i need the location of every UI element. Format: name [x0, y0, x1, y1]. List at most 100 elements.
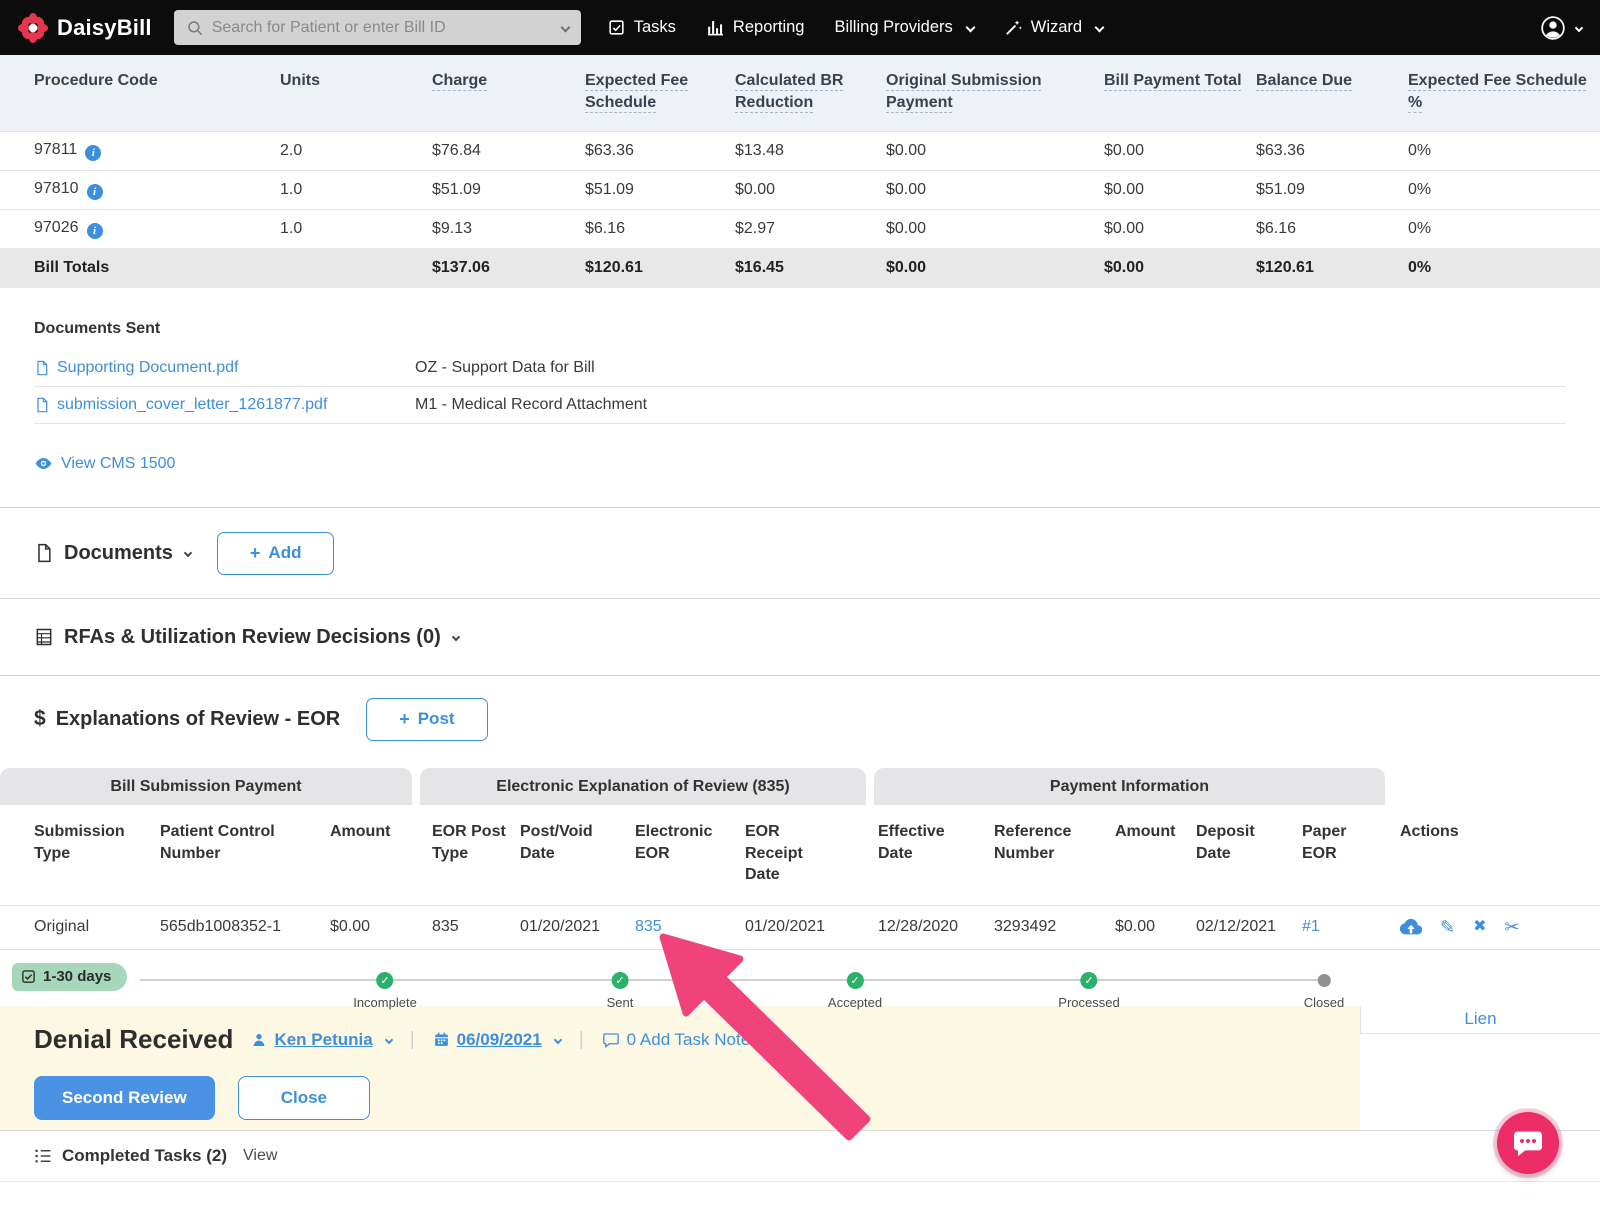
col-paper-eor: Paper EOR	[1302, 805, 1400, 906]
documents-sent-title: Documents Sent	[34, 320, 161, 337]
chat-widget-button[interactable]	[1497, 1112, 1559, 1174]
col-eor-post-type: EOR Post Type	[432, 805, 520, 906]
rfa-ledger-icon	[34, 627, 54, 647]
post-eor-button[interactable]: + Post	[366, 697, 488, 741]
assignee-link[interactable]: Ken Petunia	[251, 1030, 393, 1050]
task-note-label: 0 Add Task Note	[626, 1029, 751, 1049]
chevron-down-icon	[384, 1035, 393, 1044]
plus-icon: +	[399, 708, 410, 729]
denial-status-panel: Denial Received Ken Petunia | 06/09/2021…	[0, 1005, 1360, 1130]
bill-status-timeline: 1-30 days ✓ Incomplete ✓ Sent ✓ Accepted…	[0, 950, 1600, 1010]
procedure-code: 97811	[34, 140, 78, 158]
procedure-header-row: Procedure Code Units Charge Expected Fee…	[0, 55, 1600, 132]
close-bill-button[interactable]: Close	[237, 1075, 371, 1120]
view-cms-1500-link[interactable]: View CMS 1500	[34, 454, 175, 473]
eor-group-tabs: Bill Submission Payment Electronic Expla…	[0, 768, 1600, 805]
info-icon[interactable]: i	[85, 144, 102, 161]
total-charge: $137.06	[432, 248, 585, 288]
plus-icon: +	[249, 542, 261, 563]
procedure-code: 97810	[34, 179, 79, 197]
bill-payment-cell: $0.00	[1104, 170, 1256, 210]
search-input[interactable]	[211, 18, 548, 37]
balance-due-cell: $6.16	[1256, 209, 1408, 249]
charge-cell: $51.09	[432, 170, 585, 210]
expected-pct-cell: 0%	[1408, 209, 1600, 249]
dollar-icon: $	[34, 707, 46, 730]
eor-row: Original 565db1008352-1 $0.00 835 01/20/…	[0, 905, 1600, 950]
expected-fee-cell: $6.16	[585, 209, 735, 249]
delete-x-icon[interactable]: ✖	[1473, 919, 1486, 935]
paper-eor-link[interactable]: #1	[1302, 918, 1320, 935]
rfa-toggle[interactable]: RFAs & Utilization Review Decisions (0)	[34, 625, 460, 649]
eor-receipt-date: 01/20/2021	[745, 905, 878, 950]
user-menu[interactable]	[1540, 15, 1584, 41]
col-original-submission-payment: Original Submission Payment	[886, 55, 1104, 132]
info-icon[interactable]: i	[86, 183, 103, 200]
brand-name: DaisyBill	[57, 14, 152, 40]
add-document-button[interactable]: + Add	[216, 531, 335, 575]
rfa-section-bar: RFAs & Utilization Review Decisions (0)	[0, 599, 1600, 675]
nav-billing-providers-label: Billing Providers	[834, 18, 953, 36]
units-cell: 2.0	[280, 131, 432, 171]
nav-billing-providers[interactable]: Billing Providers	[834, 18, 976, 37]
upload-cloud-icon[interactable]	[1400, 916, 1422, 938]
eor-title: Explanations of Review - EOR	[55, 707, 341, 730]
documents-toggle[interactable]: Documents	[34, 542, 193, 565]
search-dropdown-icon[interactable]	[560, 22, 571, 33]
brand-home-link[interactable]: DaisyBill	[18, 12, 152, 43]
edit-pencil-icon[interactable]: ✎	[1440, 918, 1455, 936]
stage-dot-icon	[1317, 973, 1331, 987]
col-patient-control-number: Patient Control Number	[160, 805, 330, 906]
due-date-link[interactable]: 06/09/2021	[433, 1029, 562, 1050]
electronic-eor-cell: 835	[635, 905, 745, 950]
procedure-code: 97026	[34, 218, 79, 236]
lien-tab[interactable]: Lien	[1360, 1005, 1600, 1034]
detach-scissors-icon[interactable]: ✂	[1505, 918, 1520, 936]
chat-bubble-icon	[1512, 1127, 1544, 1159]
documents-sent-section: Documents Sent Supporting Document.pdf O…	[0, 320, 1600, 473]
document-type: M1 - Medical Record Attachment	[415, 396, 648, 413]
payment-amount: $0.00	[1115, 905, 1196, 950]
post-void-date: 01/20/2021	[520, 905, 635, 950]
document-row: submission_cover_letter_1261877.pdf M1 -…	[34, 387, 1566, 424]
nav-tasks[interactable]: Tasks	[607, 18, 676, 37]
eye-icon	[34, 454, 53, 473]
completed-tasks-title: Completed Tasks (2)	[62, 1145, 228, 1165]
checkbox-icon	[21, 969, 36, 984]
procedure-code-cell: 97811 i	[0, 131, 280, 171]
eor-section-bar: $ Explanations of Review - EOR + Post	[0, 676, 1600, 756]
col-amount: Amount	[330, 805, 432, 906]
nav-reporting[interactable]: Reporting	[706, 18, 804, 37]
bill-totals-label: Bill Totals	[0, 248, 280, 288]
charge-cell: $9.13	[432, 209, 585, 249]
rfa-title: RFAs & Utilization Review Decisions (0)	[64, 625, 441, 648]
documents-section-bar: Documents + Add	[0, 508, 1600, 598]
daisybill-logo-icon	[18, 12, 48, 43]
eor-header-row: Submission Type Patient Control Number A…	[0, 805, 1600, 906]
document-link[interactable]: submission_cover_letter_1261877.pdf	[34, 396, 415, 414]
add-task-note-link[interactable]: 0 Add Task Note	[602, 1029, 751, 1050]
eor-section-title-group: $ Explanations of Review - EOR	[34, 707, 340, 731]
nav-wizard[interactable]: Wizard	[1004, 18, 1105, 37]
balance-due-cell: $63.36	[1256, 131, 1408, 171]
bill-totals-row: Bill Totals $137.06 $120.61 $16.45 $0.00…	[0, 248, 1600, 288]
document-name: Supporting Document.pdf	[57, 359, 239, 376]
submission-type: Original	[0, 905, 160, 950]
post-button-label: Post	[417, 709, 455, 728]
pdf-file-icon	[34, 360, 50, 376]
user-avatar-icon	[1540, 15, 1566, 41]
reporting-icon	[706, 18, 725, 37]
task-list-icon	[34, 1147, 52, 1165]
search-icon	[186, 19, 204, 37]
document-link[interactable]: Supporting Document.pdf	[34, 359, 415, 377]
electronic-eor-link[interactable]: 835	[635, 918, 662, 935]
main-nav: Tasks Reporting Billing Providers Wizard	[607, 18, 1105, 37]
nav-wizard-label: Wizard	[1030, 18, 1083, 36]
group-electronic-eor: Electronic Explanation of Review (835)	[420, 768, 866, 805]
second-review-button[interactable]: Second Review	[34, 1075, 215, 1120]
timeline-track	[140, 978, 1328, 981]
col-electronic-eor: Electronic EOR	[635, 805, 745, 906]
due-date: 06/09/2021	[456, 1029, 542, 1049]
view-completed-tasks-link[interactable]: View	[243, 1147, 277, 1165]
info-icon[interactable]: i	[86, 222, 103, 239]
